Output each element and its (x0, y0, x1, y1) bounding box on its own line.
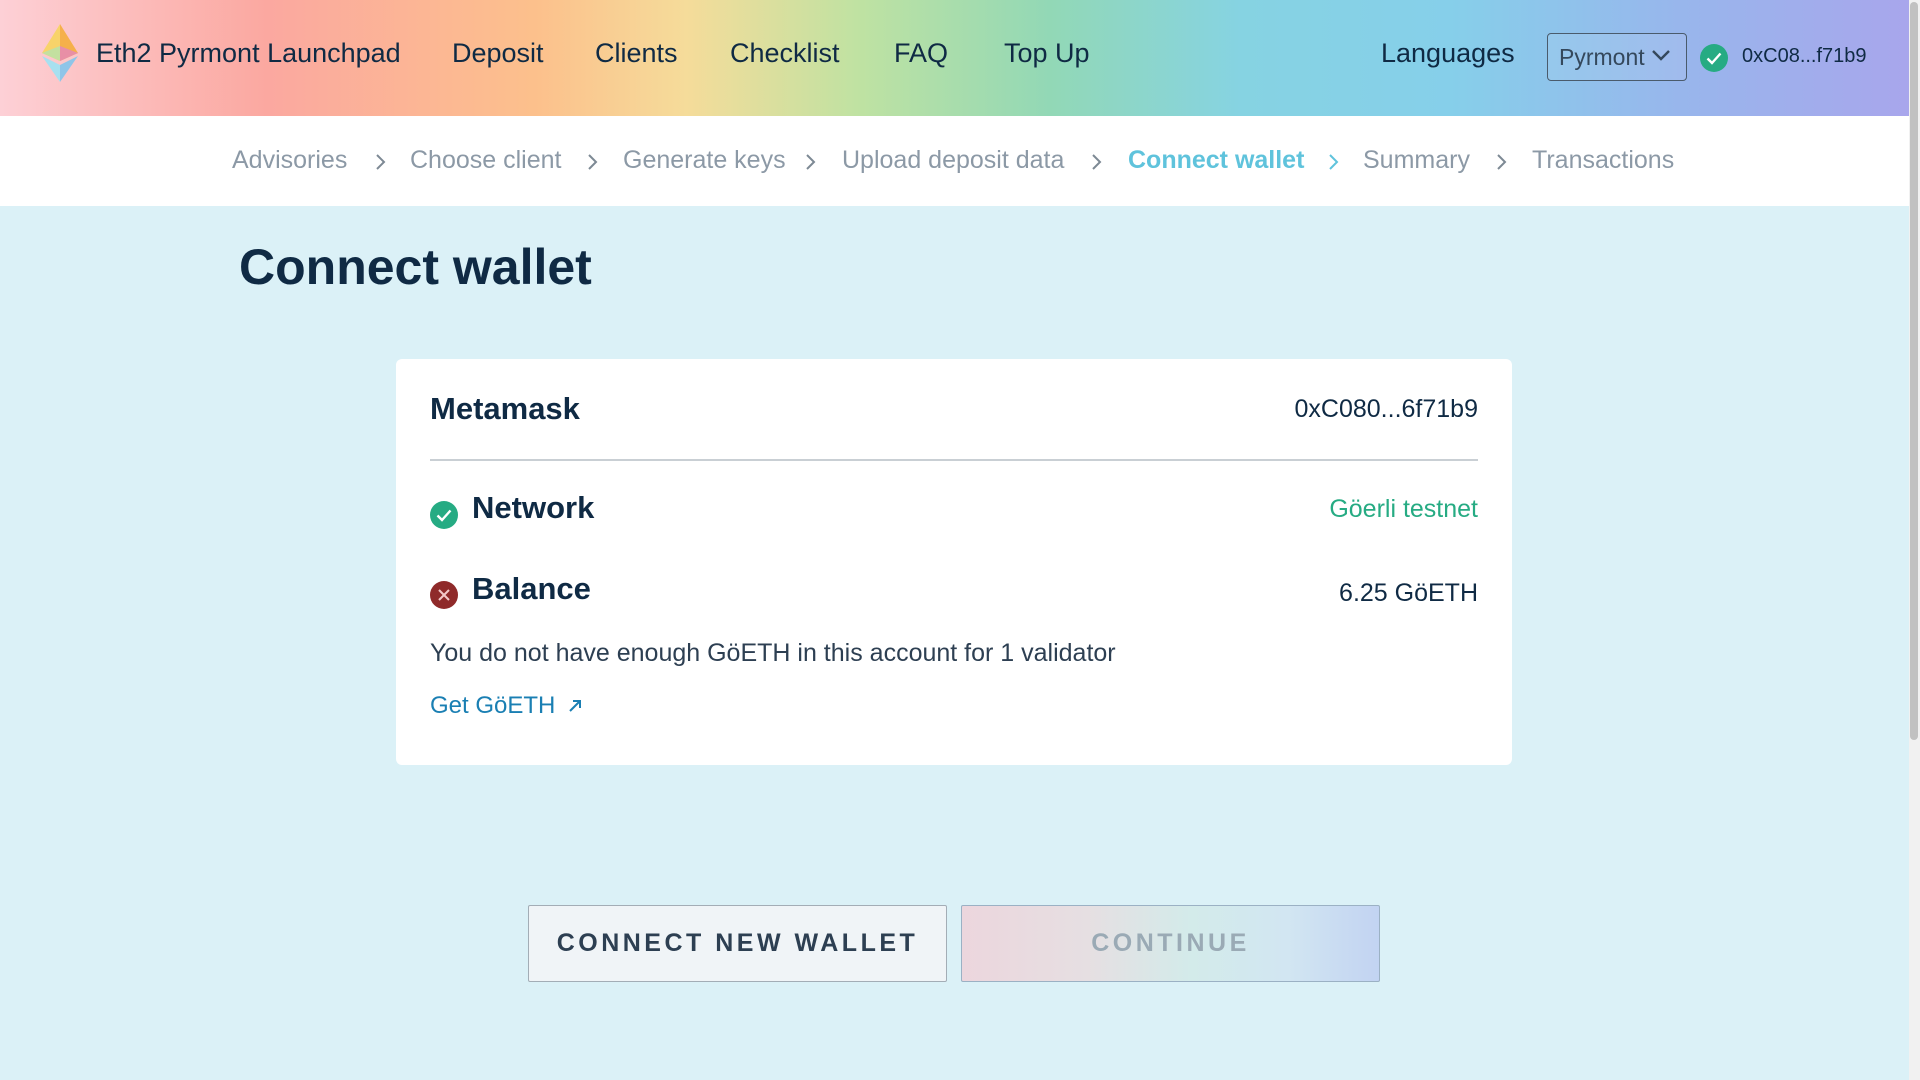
wallet-name: Metamask (430, 391, 580, 426)
step-transactions[interactable]: Transactions (1532, 146, 1674, 175)
languages-link[interactable]: Languages (1381, 38, 1515, 69)
balance-label: Balance (472, 571, 591, 606)
continue-button[interactable]: CONTINUE (961, 905, 1380, 982)
ethereum-logo-icon[interactable] (40, 24, 80, 82)
step-upload-deposit-data[interactable]: Upload deposit data (842, 146, 1064, 175)
step-summary[interactable]: Summary (1363, 146, 1470, 175)
network-select-value: Pyrmont (1559, 43, 1645, 70)
step-advisories[interactable]: Advisories (232, 146, 347, 175)
get-goeth-link[interactable]: Get GöETH (430, 692, 583, 720)
page-title: Connect wallet (239, 239, 592, 295)
chevron-right-icon (1497, 154, 1507, 170)
wallet-address: 0xC080...6f71b9 (1294, 395, 1478, 423)
scrollbar-thumb[interactable] (1910, 2, 1918, 740)
chevron-down-icon (1652, 50, 1670, 61)
chevron-right-icon (376, 154, 386, 170)
step-progress-bar: Advisories Choose client Generate keys U… (0, 116, 1909, 206)
account-address[interactable]: 0xC08...f71b9 (1742, 45, 1867, 68)
nav-checklist[interactable]: Checklist (730, 38, 840, 69)
nav-faq[interactable]: FAQ (894, 38, 948, 69)
nav-clients[interactable]: Clients (595, 38, 678, 69)
connect-new-wallet-button[interactable]: CONNECT NEW WALLET (528, 905, 947, 982)
get-goeth-link-label: Get GöETH (430, 692, 556, 719)
top-header: Eth2 Pyrmont Launchpad Deposit Clients C… (0, 0, 1909, 116)
network-select[interactable]: Pyrmont (1547, 33, 1687, 81)
card-divider (430, 459, 1478, 461)
step-connect-wallet[interactable]: Connect wallet (1128, 146, 1304, 175)
nav-deposit[interactable]: Deposit (452, 38, 544, 69)
balance-value: 6.25 GöETH (1339, 579, 1478, 607)
step-generate-keys[interactable]: Generate keys (623, 146, 786, 175)
insufficient-balance-warning: You do not have enough GöETH in this acc… (430, 639, 1116, 667)
chevron-right-icon (1329, 154, 1339, 170)
check-circle-icon (1700, 44, 1728, 72)
network-label: Network (472, 490, 595, 525)
chevron-right-icon (806, 154, 816, 170)
step-choose-client[interactable]: Choose client (410, 146, 561, 175)
chevron-right-icon (588, 154, 598, 170)
wallet-card: Metamask 0xC080...6f71b9 Network Göerli … (396, 359, 1512, 765)
brand-title[interactable]: Eth2 Pyrmont Launchpad (96, 38, 401, 69)
nav-top-up[interactable]: Top Up (1004, 38, 1090, 69)
x-circle-icon (430, 581, 458, 609)
chevron-right-icon (1092, 154, 1102, 170)
external-link-icon (569, 700, 582, 712)
network-value: Göerli testnet (1329, 495, 1478, 523)
check-circle-icon (430, 501, 458, 529)
